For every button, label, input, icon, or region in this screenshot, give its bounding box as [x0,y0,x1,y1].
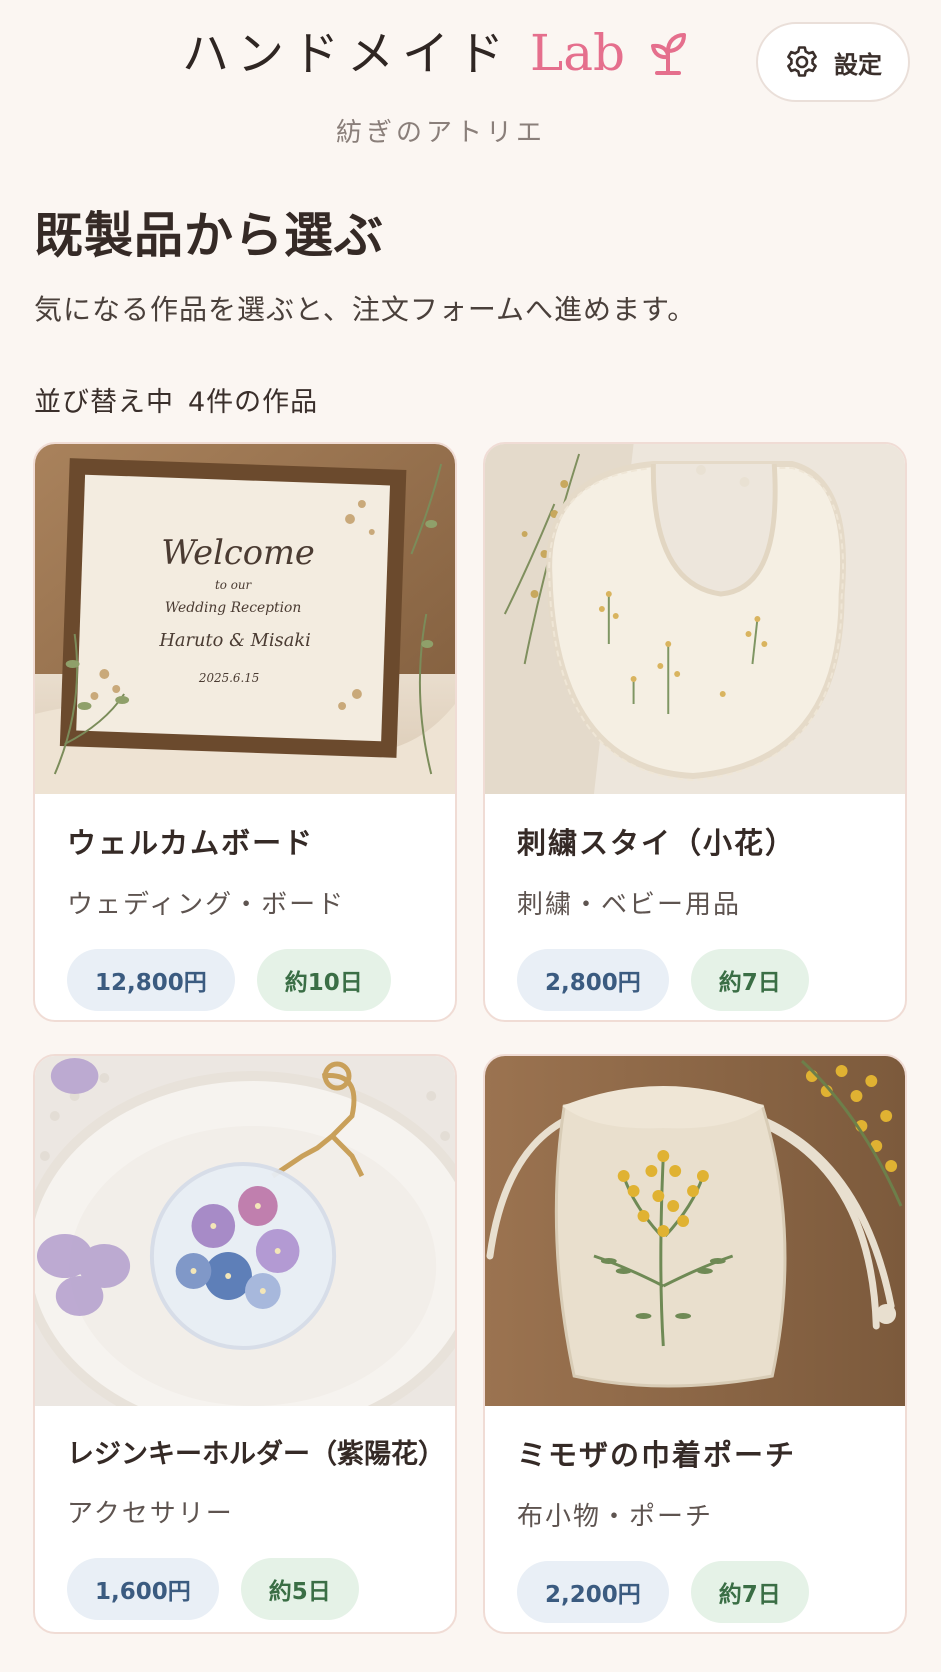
card-body: ミモザの巾着ポーチ 布小物・ポーチ 2,200円 約7日 [485,1406,905,1623]
product-category: 布小物・ポーチ [517,1502,714,1532]
app-root: ハンドメイド Lab 紡ぎのアトリエ 設定 既製品から選ぶ 気になる作品を選ぶと… [0,0,941,1672]
product-card-welcome-board[interactable]: Welcome to our Wedding Reception Haruto … [33,442,457,1022]
lead-time-badge: 約7日 [690,1561,809,1623]
product-category: アクセサリー [67,1499,234,1529]
sort-label: 並び替え中 [34,387,174,418]
card-body: レジンキーホルダー（紫陽花） アクセサリー 1,600円 約5日 [35,1406,455,1620]
lead-time-badge: 約5日 [240,1558,359,1620]
lead-time-badge: 約7日 [690,949,809,1011]
product-title: 刺繍スタイ（小花） [517,826,797,860]
product-image-embroidered-bib [485,444,905,794]
card-body: 刺繍スタイ（小花） 刺繍・ベビー用品 2,800円 約7日 [485,794,905,1011]
brand-name-lab: Lab [530,24,626,82]
product-title: ウェルカムボード [67,826,315,860]
welcome-board-text-3: Wedding Reception [165,600,301,616]
product-tags: 1,600円 約5日 [67,1558,423,1620]
price-badge: 1,600円 [67,1558,219,1620]
item-count: 4件の作品 [188,387,319,418]
product-image-resin-keychain [35,1056,455,1406]
sprout-icon [651,33,687,75]
product-card-embroidered-bib[interactable]: 刺繍スタイ（小花） 刺繍・ベビー用品 2,800円 約7日 [483,442,907,1022]
product-card-resin-keychain[interactable]: レジンキーホルダー（紫陽花） アクセサリー 1,600円 約5日 [33,1054,457,1634]
welcome-board-text-1: Welcome [161,533,315,572]
product-category: 刺繍・ベビー用品 [517,890,742,920]
gear-icon [787,46,817,77]
product-tags: 12,800円 約10日 [67,949,423,1011]
settings-label: 設定 [834,50,882,79]
header: ハンドメイド Lab 紡ぎのアトリエ 設定 [0,0,941,160]
welcome-board-text-5: 2025.6.15 [198,671,259,685]
price-badge: 12,800円 [67,949,235,1011]
price-badge: 2,200円 [517,1561,669,1623]
product-tags: 2,200円 約7日 [517,1561,873,1623]
welcome-board-text-4: Haruto & Misaki [158,630,310,651]
page-description: 気になる作品を選ぶと、注文フォームへ進めます。 [34,293,697,326]
settings-button[interactable]: 設定 [756,22,910,102]
brand-subtitle: 紡ぎのアトリエ [335,118,546,148]
product-category: ウェディング・ボード [67,890,346,920]
page-title: 既製品から選ぶ [34,207,385,264]
price-badge: 2,800円 [517,949,669,1011]
brand-name-jp: ハンドメイド [182,27,512,82]
product-image-welcome-board: Welcome to our Wedding Reception Haruto … [35,444,455,794]
product-tags: 2,800円 約7日 [517,949,873,1011]
product-grid: Welcome to our Wedding Reception Haruto … [33,442,907,1634]
product-title: ミモザの巾着ポーチ [517,1438,797,1472]
welcome-board-text-2: to our [215,578,252,592]
brand-logo: ハンドメイド Lab [182,28,687,78]
lead-time-badge: 約10日 [256,949,391,1011]
product-card-mimosa-pouch[interactable]: ミモザの巾着ポーチ 布小物・ポーチ 2,200円 約7日 [483,1054,907,1634]
product-title: レジンキーホルダー（紫陽花） [67,1439,445,1470]
product-image-mimosa-pouch [485,1056,905,1406]
sort-status: 並び替え中 4件の作品 [34,380,318,419]
card-body: ウェルカムボード ウェディング・ボード 12,800円 約10日 [35,794,455,1011]
